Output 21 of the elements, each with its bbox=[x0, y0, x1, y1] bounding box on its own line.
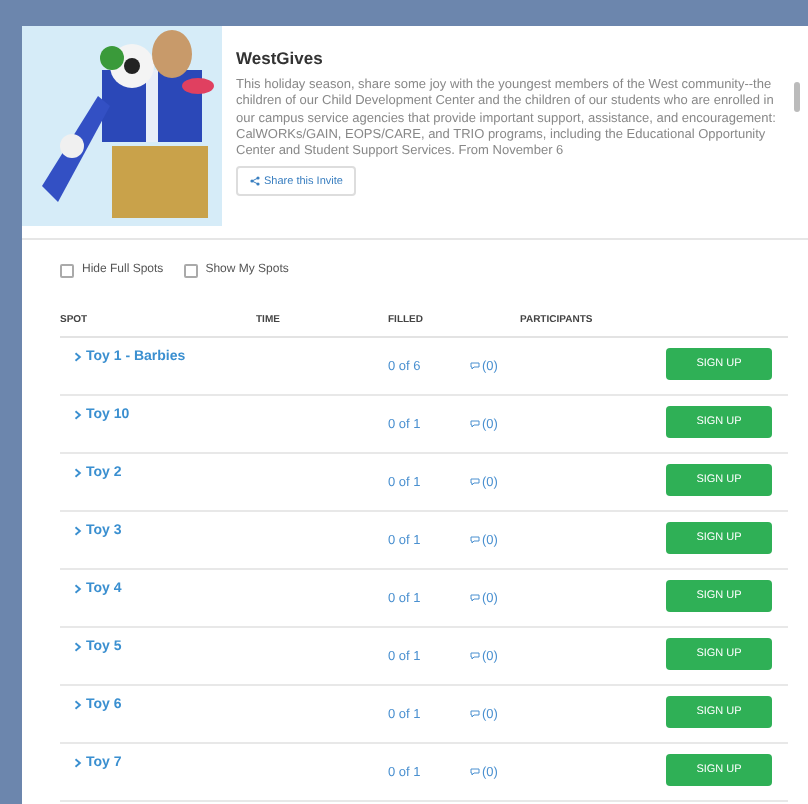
comment-icon bbox=[470, 478, 480, 486]
comment-icon bbox=[470, 594, 480, 602]
chevron-icon bbox=[74, 468, 82, 478]
comment-icon bbox=[470, 710, 480, 718]
comment-icon bbox=[470, 362, 480, 370]
comment-icon bbox=[470, 652, 480, 660]
chevron-icon bbox=[74, 700, 82, 710]
checkbox[interactable] bbox=[60, 264, 74, 278]
comment-icon bbox=[470, 768, 480, 776]
event-title: WestGives bbox=[236, 48, 325, 70]
chevron-icon bbox=[74, 758, 82, 768]
chevron-icon bbox=[74, 642, 82, 652]
scrollbar[interactable] bbox=[794, 82, 800, 112]
chevron-icon bbox=[74, 526, 82, 536]
share-icon bbox=[250, 176, 260, 187]
chevron-icon bbox=[74, 352, 82, 362]
chevron-icon bbox=[74, 584, 82, 594]
chevron-icon bbox=[74, 410, 82, 420]
checkbox[interactable] bbox=[183, 264, 198, 278]
comment-icon bbox=[470, 420, 480, 428]
comment-icon bbox=[470, 536, 480, 544]
